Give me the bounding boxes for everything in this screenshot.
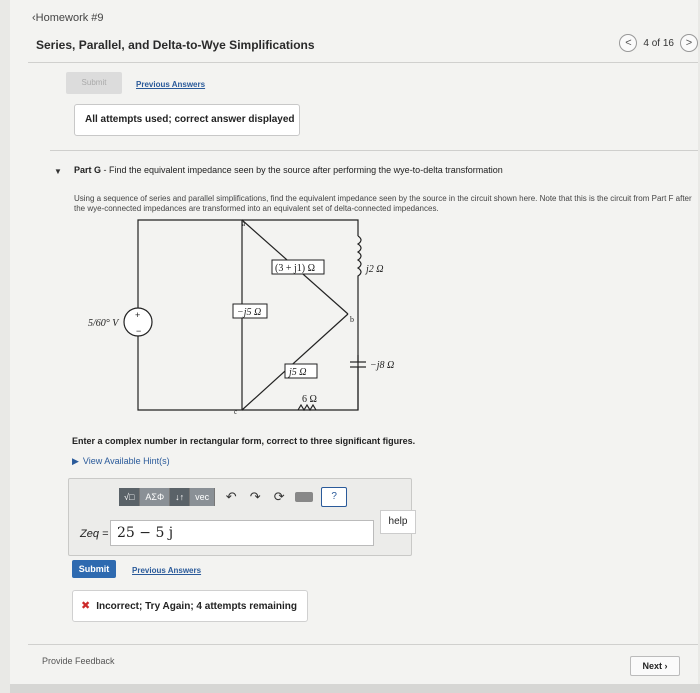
instructions: Enter a complex number in rectangular fo…: [72, 436, 416, 446]
feedback-message: ✖ Incorrect; Try Again; 4 attempts remain…: [72, 590, 308, 622]
attempts-status-box: All attempts used; correct answer displa…: [74, 104, 300, 136]
previous-answers-link-top[interactable]: Previous Answers: [136, 80, 205, 89]
part-title[interactable]: Part G - Find the equivalent impedance s…: [74, 165, 503, 175]
help-button[interactable]: help: [380, 510, 416, 534]
incorrect-icon: ✖: [81, 600, 91, 612]
help-question-button[interactable]: ?: [321, 487, 348, 507]
z-top-label: (3 + j1) Ω: [275, 263, 315, 274]
vector-button[interactable]: vec: [190, 488, 216, 506]
templates-button[interactable]: √□: [119, 488, 141, 506]
section-divider: [50, 150, 698, 151]
answer-input[interactable]: 25 − 5 j: [110, 520, 374, 546]
svg-text:+: +: [135, 310, 140, 320]
horizontal-scrollbar[interactable]: [10, 684, 700, 693]
header-divider: [28, 62, 698, 63]
undo-icon[interactable]: ↶: [223, 489, 239, 505]
page: ‹Homework #9 Series, Parallel, and Delta…: [10, 0, 698, 693]
submit-button[interactable]: Submit: [72, 560, 116, 578]
previous-answers-link[interactable]: Previous Answers: [132, 566, 201, 575]
svg-text:−: −: [136, 326, 141, 336]
pagination: < 4 of 16 >: [619, 34, 698, 52]
math-toolbar: √□ AΣΦ ↓↑ vec ↶ ↷ ⟳ ?: [119, 487, 348, 507]
back-to-homework-link[interactable]: ‹Homework #9: [32, 12, 104, 24]
provide-feedback-link[interactable]: Provide Feedback: [42, 656, 115, 666]
node-b-label: b: [350, 315, 354, 324]
z-m5-label: −j5 Ω: [237, 307, 261, 318]
view-hints-link[interactable]: ▶ View Available Hint(s): [72, 456, 170, 467]
footer-divider: [28, 644, 698, 645]
pagination-label: 4 of 16: [643, 37, 674, 49]
z-j5-label: j5 Ω: [287, 367, 307, 378]
answer-label: Zeq =: [80, 528, 109, 540]
collapse-icon[interactable]: ▼: [54, 167, 62, 176]
next-button[interactable]: Next ›: [630, 656, 680, 676]
part-question: Find the equivalent impedance seen by th…: [109, 165, 503, 175]
z-j2-label: j2 Ω: [364, 264, 384, 275]
part-label: Part G: [74, 165, 102, 175]
next-page-button[interactable]: >: [680, 34, 698, 52]
z-m8-label: −j8 Ω: [370, 360, 394, 371]
toolbar-group: √□ AΣΦ ↓↑ vec: [119, 488, 216, 506]
feedback-text: Incorrect; Try Again; 4 attempts remaini…: [96, 601, 298, 612]
node-a-label: a: [242, 220, 246, 228]
page-title: Series, Parallel, and Delta-to-Wye Simpl…: [36, 38, 315, 52]
previous-page-button[interactable]: <: [619, 34, 638, 52]
keyboard-icon[interactable]: [295, 492, 314, 502]
greek-symbols-button[interactable]: AΣΦ: [140, 488, 171, 506]
part-description: Using a sequence of series and parallel …: [74, 194, 692, 213]
arrows-button[interactable]: ↓↑: [170, 488, 191, 506]
z-6-label: 6 Ω: [302, 394, 317, 405]
faded-submit-button: Submit: [66, 72, 122, 94]
expand-icon: ▶: [72, 456, 79, 466]
reset-icon[interactable]: ⟳: [271, 489, 287, 505]
source-label: 5/60° V: [88, 318, 120, 329]
node-c-label: c: [234, 408, 237, 416]
redo-icon[interactable]: ↷: [247, 489, 263, 505]
circuit-diagram: + − 5/60° V a b c (3 + j1) Ω j2 Ω −j5 Ω …: [88, 219, 394, 416]
